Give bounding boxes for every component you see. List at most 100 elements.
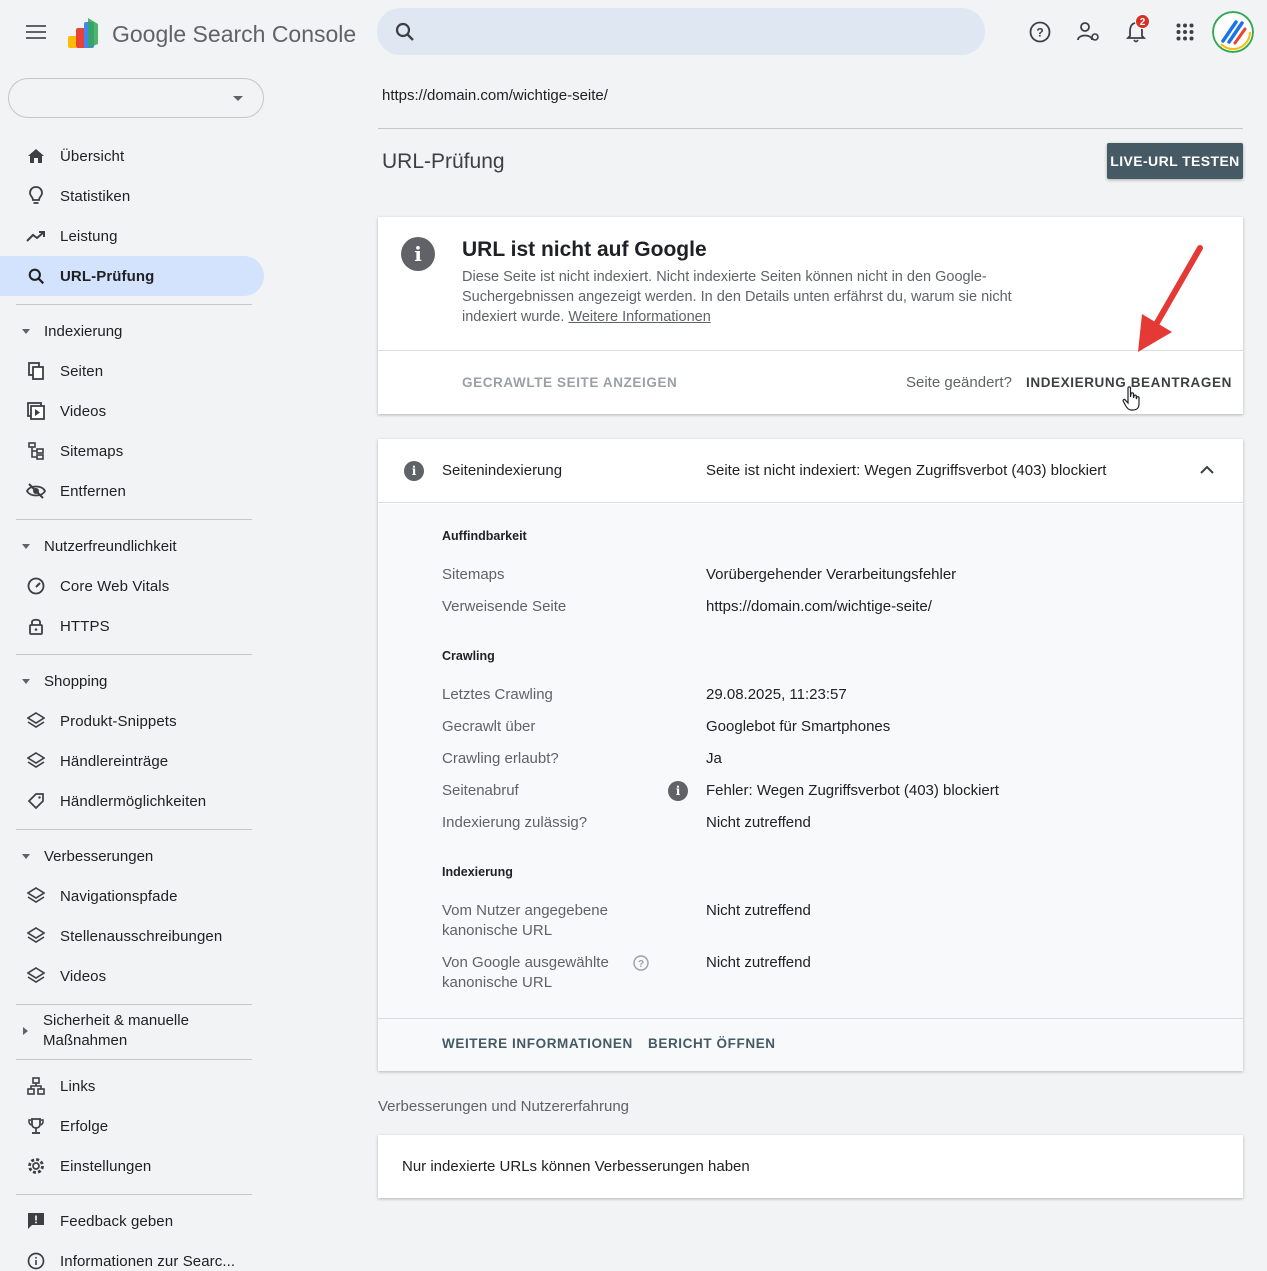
visibility-off-icon [26, 481, 46, 501]
more-information-button[interactable]: WEITERE INFORMATIONEN [442, 1036, 633, 1051]
notifications-icon[interactable]: 2 [1120, 14, 1152, 48]
enhancements-caption: Verbesserungen und Nutzererfahrung [378, 1098, 630, 1115]
property-selector[interactable] [8, 78, 264, 118]
row-label-line2: kanonische URL [442, 974, 553, 991]
nav-product-snippets[interactable]: Produkt-Snippets [0, 701, 264, 741]
nav-feedback[interactable]: Feedback geben [0, 1201, 264, 1241]
row-value: https://domain.com/wichtige-seite/ [706, 598, 932, 615]
nav-label: Feedback geben [60, 1212, 174, 1230]
row-value: Nicht zutreffend [706, 902, 811, 919]
nav-about[interactable]: Informationen zur Searc... [0, 1241, 264, 1271]
trending-icon [26, 226, 46, 246]
layers-icon [26, 926, 46, 946]
page-indexing-header[interactable]: i Seitenindexierung Seite ist nicht inde… [378, 439, 1243, 503]
nav-label: Sitemaps [60, 442, 124, 460]
row-value: 29.08.2025, 11:23:57 [706, 686, 847, 703]
row-value: Nicht zutreffend [706, 954, 811, 971]
nav-label: Statistiken [60, 187, 131, 205]
info-icon: i [401, 237, 435, 271]
row-label-line1: Vom Nutzer angegebene [442, 902, 608, 919]
page-indexing-status: Seite ist nicht indexiert: Wegen Zugriff… [706, 462, 1107, 479]
info-icon[interactable]: i [668, 781, 688, 801]
page-changed-label: Seite geändert? [906, 374, 1012, 391]
sidebar-divider [16, 304, 252, 305]
section-label: Shopping [44, 672, 108, 690]
nav-statistics[interactable]: Statistiken [0, 176, 264, 216]
row-value: Vorübergehender Verarbeitungsfehler [706, 566, 957, 583]
nav-pages[interactable]: Seiten [0, 351, 264, 391]
lightbulb-icon [26, 186, 46, 206]
page-indexing-title: Seitenindexierung [442, 462, 563, 479]
nav-label: Händlereinträge [60, 752, 169, 770]
section-experience[interactable]: Nutzerfreundlichkeit [18, 526, 258, 566]
sidebar-divider [16, 1004, 252, 1005]
section-shopping[interactable]: Shopping [18, 661, 258, 701]
nav-url-inspection[interactable]: URL-Prüfung [0, 256, 264, 296]
nav-https[interactable]: HTTPS [0, 606, 264, 646]
nav-sitemaps[interactable]: Sitemaps [0, 431, 264, 471]
row-value: Nicht zutreffend [706, 814, 811, 831]
nav-performance[interactable]: Leistung [0, 216, 264, 256]
account-avatar[interactable] [1212, 11, 1254, 53]
caret-right-icon [23, 1027, 28, 1035]
view-crawled-page-button[interactable]: GECRAWLTE SEITE ANZEIGEN [462, 375, 677, 390]
nav-removals[interactable]: Entfernen [0, 471, 264, 511]
open-report-button[interactable]: BERICHT ÖFFNEN [648, 1036, 776, 1051]
group-crawling-label: Crawling [442, 649, 495, 663]
section-security[interactable]: Sicherheit & manuelle Maßnahmen [18, 1011, 258, 1051]
search-icon [395, 22, 415, 47]
notification-badge: 2 [1135, 14, 1150, 29]
row-label: Von Google ausgewählte kanonische URL [442, 953, 609, 993]
tag-icon [26, 791, 46, 811]
hand-cursor-icon [1122, 386, 1140, 411]
nav-settings[interactable]: Einstellungen [0, 1146, 264, 1186]
row-label: Verweisende Seite [442, 598, 567, 615]
row-label-line1: Von Google ausgewählte [442, 954, 609, 971]
nav-merchant-listings[interactable]: Händlereinträge [0, 741, 264, 781]
more-info-link[interactable]: Weitere Informationen [568, 309, 710, 325]
nav-videos[interactable]: Videos [0, 391, 264, 431]
row-label: Letztes Crawling [442, 686, 553, 703]
search-input[interactable] [431, 16, 961, 47]
nav-enh-videos[interactable]: Videos [0, 956, 264, 996]
section-indexing[interactable]: Indexierung [18, 311, 258, 351]
search-bar[interactable] [377, 8, 985, 55]
sidebar-divider [16, 1059, 252, 1060]
inspected-url: https://domain.com/wichtige-seite/ [382, 87, 608, 104]
layers-icon [26, 751, 46, 771]
nav-core-web-vitals[interactable]: Core Web Vitals [0, 566, 264, 606]
live-test-button[interactable]: LIVE-URL TESTEN [1107, 143, 1243, 179]
row-value: Fehler: Wegen Zugriffsverbot (403) block… [706, 782, 999, 799]
main-menu-button[interactable] [24, 22, 48, 42]
nav-label: Seiten [60, 362, 104, 380]
nav-label: Händlermöglichkeiten [60, 792, 207, 810]
sitemap-icon [26, 441, 46, 461]
nav-links[interactable]: Links [0, 1066, 264, 1106]
nav-achievements[interactable]: Erfolge [0, 1106, 264, 1146]
help-icon[interactable]: ? [633, 955, 649, 971]
nav-label: Erfolge [60, 1117, 109, 1135]
nav-label: Videos [60, 402, 107, 420]
nav-overview[interactable]: Übersicht [0, 136, 264, 176]
speedometer-icon [26, 576, 46, 596]
section-enhancements[interactable]: Verbesserungen [18, 836, 258, 876]
nav-job-postings[interactable]: Stellenausschreibungen [0, 916, 264, 956]
nav-merchant-opportunities[interactable]: Händlermöglichkeiten [0, 781, 264, 821]
nav-label: Produkt-Snippets [60, 712, 177, 730]
gear-icon [26, 1156, 46, 1176]
nav-breadcrumbs[interactable]: Navigationspfade [0, 876, 264, 916]
row-value: Ja [706, 750, 722, 767]
help-icon[interactable]: ? [1024, 16, 1056, 48]
home-icon [26, 146, 46, 166]
user-settings-icon[interactable] [1072, 16, 1104, 48]
nav-label: Leistung [60, 227, 118, 245]
chevron-up-icon[interactable] [1200, 465, 1214, 475]
apps-grid-icon[interactable] [1169, 16, 1201, 48]
status-description-text: Diese Seite ist nicht indexiert. Nicht i… [462, 269, 1012, 325]
sidebar-divider [16, 829, 252, 830]
caret-down-icon [22, 678, 30, 684]
enhancements-text: Nur indexierte URLs können Verbesserunge… [402, 1158, 750, 1175]
feedback-icon [26, 1211, 46, 1231]
row-label: Indexierung zulässig? [442, 814, 588, 831]
row-label: Vom Nutzer angegebene kanonische URL [442, 901, 608, 941]
